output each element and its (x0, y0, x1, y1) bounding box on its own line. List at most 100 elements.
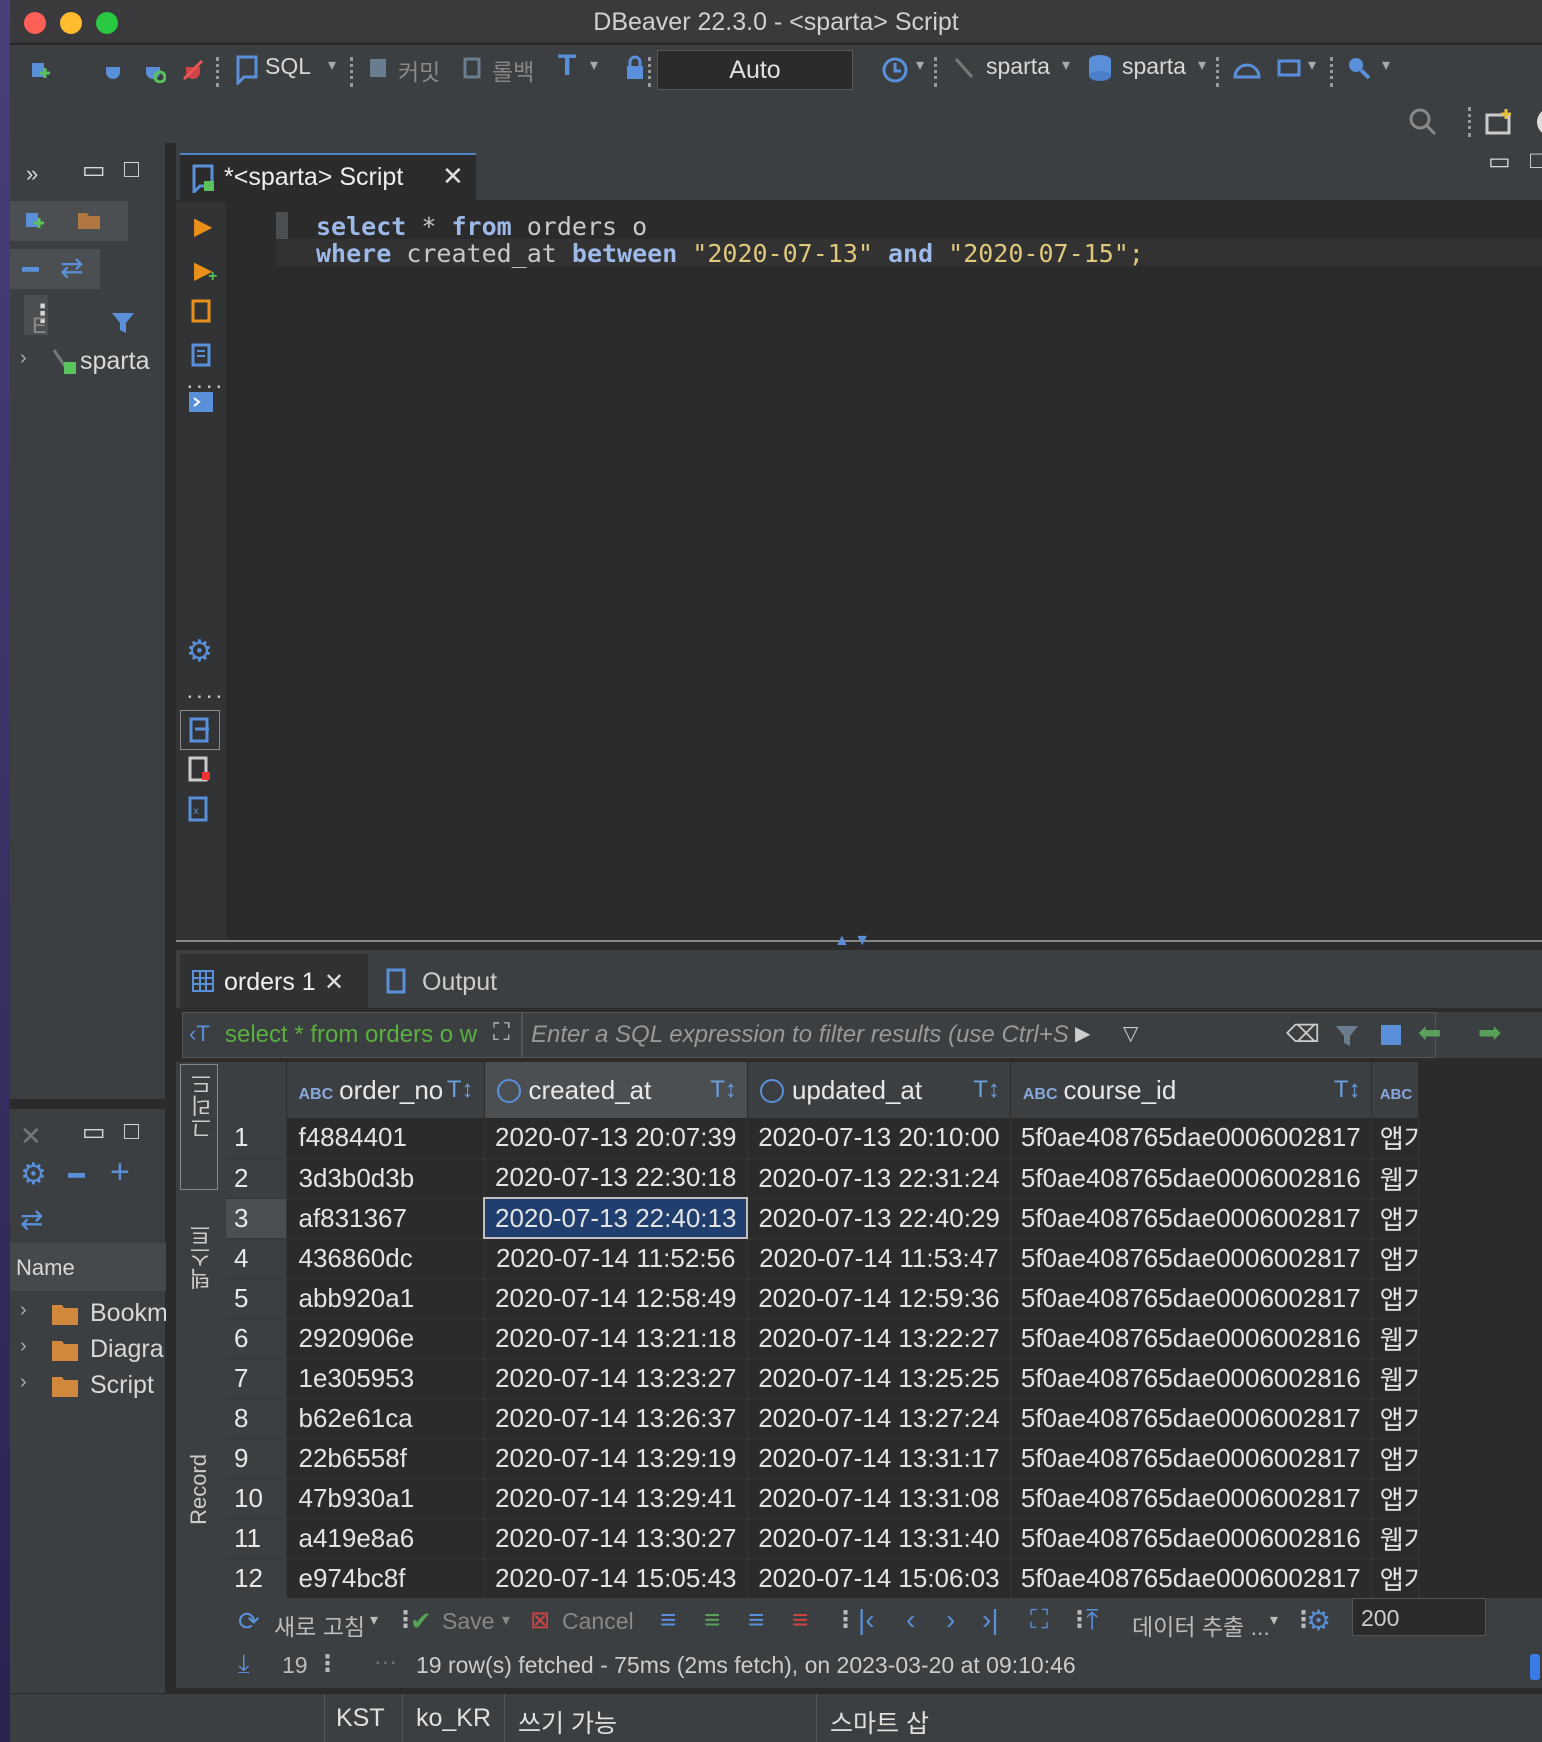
cell-updated-at[interactable]: 2020-07-14 12:59:36 (747, 1278, 1011, 1319)
cell-truncated[interactable]: 앱기 (1371, 1278, 1420, 1319)
cell-order-no[interactable]: 47b930a1 (286, 1478, 485, 1519)
add-row-icon[interactable]: ≡ (704, 1604, 720, 1636)
row-number[interactable]: 5 (226, 1278, 287, 1319)
more-status-icon[interactable]: ··· (374, 1648, 397, 1675)
table-row[interactable]: 8 b62e61ca 2020-07-14 13:26:37 2020-07-14 1… (226, 1398, 1420, 1439)
column-header-created-at[interactable]: created_at T↕ (484, 1062, 748, 1118)
next-page-icon[interactable]: › (946, 1604, 955, 1636)
perspective-icon[interactable] (1534, 105, 1542, 139)
history-icon[interactable] (880, 55, 910, 85)
cell-course-id[interactable]: 5f0ae408765dae0006002817 (1010, 1558, 1372, 1599)
table-row[interactable]: 5 abb920a1 2020-07-14 12:58:49 2020-07-14 1… (226, 1278, 1420, 1319)
maximize-panel-icon[interactable]: □ (124, 155, 139, 184)
cell-course-id[interactable]: 5f0ae408765dae0006002817 (1010, 1238, 1372, 1279)
chevron-down-icon[interactable]: ▾ (370, 1610, 378, 1630)
search-icon[interactable] (1346, 55, 1372, 81)
cell-created-at[interactable]: 2020-07-14 15:05:43 (484, 1558, 748, 1599)
cell-course-id[interactable]: 5f0ae408765dae0006002817 (1010, 1118, 1372, 1159)
chevron-down-icon[interactable]: ▾ (1382, 55, 1390, 75)
output-log-icon[interactable] (186, 756, 212, 782)
row-number[interactable]: 9 (226, 1438, 287, 1479)
cell-truncated[interactable]: 웹기 (1371, 1518, 1420, 1559)
transaction-mode-selector[interactable]: Auto (657, 50, 853, 90)
connect-icon[interactable] (100, 57, 126, 83)
cell-course-id[interactable]: 5f0ae408765dae0006002816 (1010, 1358, 1372, 1399)
tab-orders-1[interactable]: orders 1 ✕ (180, 954, 368, 1008)
row-number[interactable]: 4 (226, 1238, 287, 1279)
chevron-down-icon[interactable]: ▾ (1062, 55, 1070, 75)
cell-course-id[interactable]: 5f0ae408765dae0006002816 (1010, 1318, 1372, 1359)
cell-truncated[interactable]: 앱기 (1371, 1398, 1420, 1439)
settings-gear-icon[interactable]: ⚙ (20, 1157, 47, 1192)
sql-button-label[interactable]: SQL (265, 53, 311, 80)
cell-order-no[interactable]: 1e305953 (286, 1358, 485, 1399)
forward-arrow-icon[interactable]: ➡ (1478, 1016, 1501, 1049)
explain-plan-icon[interactable] (188, 342, 214, 368)
maximize-panel-icon[interactable]: □ (124, 1117, 139, 1146)
delete-row-icon[interactable]: ≡ (792, 1604, 808, 1636)
table-row[interactable]: 2 3d3b0d3b 2020-07-13 22:30:18 2020-07-13 2… (226, 1158, 1420, 1199)
cell-updated-at[interactable]: 2020-07-14 11:53:47 (747, 1238, 1011, 1279)
cell-course-id[interactable]: 5f0ae408765dae0006002817 (1010, 1438, 1372, 1479)
cell-created-at[interactable]: 2020-07-14 11:52:56 (484, 1238, 748, 1279)
column-filter-icon[interactable]: T↕ (1334, 1076, 1361, 1104)
dashboard-icon[interactable] (1232, 55, 1262, 81)
filter-icon[interactable] (110, 309, 140, 339)
new-connection-icon[interactable] (26, 57, 52, 83)
table-row[interactable]: 9 22b6558f 2020-07-14 13:29:19 2020-07-14 1… (226, 1438, 1420, 1479)
panel-scroll-indicator[interactable] (1530, 1654, 1540, 1680)
project-item-scripts[interactable]: Script (90, 1371, 166, 1400)
cell-order-no[interactable]: 2920906e (286, 1318, 485, 1359)
chevron-right-icon[interactable]: › (20, 1371, 27, 1394)
cell-truncated[interactable]: 웹기 (1371, 1358, 1420, 1399)
reconnect-icon[interactable] (140, 57, 166, 83)
cell-updated-at[interactable]: 2020-07-14 13:25:25 (747, 1358, 1011, 1399)
chevron-right-icon[interactable]: › (20, 1335, 27, 1358)
sql-template-icon[interactable] (1276, 55, 1302, 81)
commit-icon[interactable] (366, 55, 392, 81)
table-row[interactable]: 1 f4884401 2020-07-13 20:07:39 2020-07-13 2… (226, 1118, 1420, 1159)
query-preview[interactable]: ‹T select * from orders o w ⛶ (182, 1012, 522, 1058)
cell-created-at[interactable]: 2020-07-14 13:26:37 (484, 1398, 748, 1439)
chevron-down-icon[interactable]: ▾ (502, 1610, 510, 1630)
apply-filter-icon[interactable]: ▶ (1075, 1021, 1090, 1046)
cell-order-no[interactable]: af831367 (286, 1198, 485, 1239)
cell-order-no[interactable]: b62e61ca (286, 1398, 485, 1439)
cell-updated-at[interactable]: 2020-07-14 13:31:40 (747, 1518, 1011, 1559)
sql-editor-icon[interactable] (232, 53, 262, 85)
cell-created-at[interactable]: 2020-07-14 13:23:27 (484, 1358, 748, 1399)
cell-created-at[interactable]: 2020-07-14 13:21:18 (484, 1318, 748, 1359)
row-number[interactable]: 10 (226, 1478, 287, 1519)
editor-results-splitter[interactable]: ▲ ▼ (176, 932, 1542, 950)
cell-order-no[interactable]: abb920a1 (286, 1278, 485, 1319)
table-row[interactable]: 10 47b930a1 2020-07-14 13:29:41 2020-07-14 … (226, 1478, 1420, 1519)
cell-updated-at[interactable]: 2020-07-14 13:27:24 (747, 1398, 1011, 1439)
grid-view-button[interactable]: 그리드 (180, 1064, 218, 1190)
row-number[interactable]: 7 (226, 1358, 287, 1399)
cell-order-no[interactable]: f4884401 (286, 1118, 485, 1159)
fetch-all-icon[interactable]: ⛶ (1030, 1604, 1048, 1636)
clear-filter-icon[interactable]: ⌫ (1286, 1020, 1320, 1049)
cell-created-at[interactable]: 2020-07-14 13:29:41 (484, 1478, 748, 1519)
filter-history-dropdown-icon[interactable]: ▽ (1123, 1021, 1138, 1046)
text-view-button[interactable]: 텍스트 (186, 1224, 218, 1290)
cell-order-no[interactable]: a419e8a6 (286, 1518, 485, 1559)
previous-page-icon[interactable]: ‹ (906, 1604, 915, 1636)
row-number[interactable]: 6 (226, 1318, 287, 1359)
filter-settings-icon[interactable] (1334, 1022, 1360, 1048)
row-number[interactable]: 12 (226, 1558, 287, 1599)
chevron-down-icon[interactable]: ▾ (590, 55, 598, 75)
smart-insert-indicator[interactable]: 스마트 삽 (830, 1704, 929, 1740)
table-row[interactable]: 3 af831367 2020-07-13 22:40:13 2020-07-13 2… (226, 1197, 1420, 1239)
more-actions-icon[interactable]: ···· (186, 682, 225, 709)
cell-updated-at[interactable]: 2020-07-14 13:31:17 (747, 1438, 1011, 1479)
close-tab-icon[interactable]: ✕ (442, 161, 464, 192)
commit-button-label[interactable]: 커밋 (398, 53, 440, 87)
chevron-down-icon[interactable]: ▾ (1308, 55, 1316, 75)
copy-row-icon[interactable]: ≡ (748, 1604, 764, 1636)
cell-course-id[interactable]: 5f0ae408765dae0006002816 (1010, 1158, 1372, 1199)
chevron-down-icon[interactable]: ▾ (1270, 1610, 1278, 1630)
column-header-truncated[interactable]: ABC (1371, 1062, 1420, 1118)
row-number[interactable]: 1 (226, 1118, 287, 1159)
cell-created-at[interactable]: 2020-07-13 22:40:13 (482, 1197, 749, 1239)
